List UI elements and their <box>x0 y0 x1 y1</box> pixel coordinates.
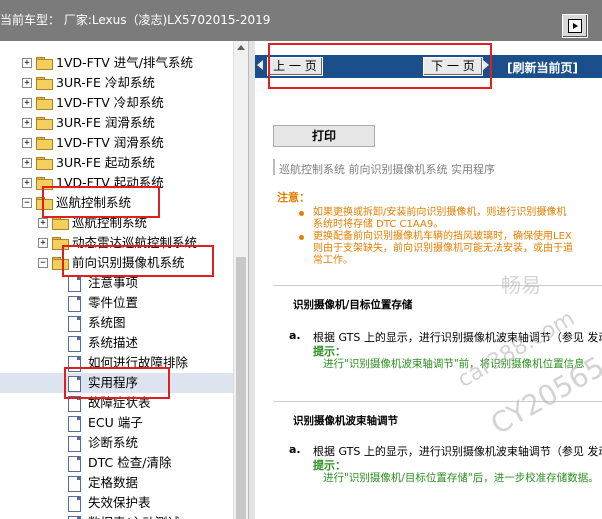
breadcrumb: 巡航控制系统 前向识别摄像机系统 实用程序 <box>279 163 495 176</box>
document-icon <box>68 476 81 492</box>
breadcrumb-divider <box>273 159 275 175</box>
tree-item[interactable]: +1VD-FTV 进气/排气系统 <box>0 53 233 73</box>
note-line: 系统时将存储 DTC C1AA9。 <box>313 219 444 230</box>
tree-item-label: 3UR-FE 润滑系统 <box>56 115 155 130</box>
tree-item-label: 1VD-FTV 润滑系统 <box>56 135 164 150</box>
tree-item-label: 3UR-FE 起动系统 <box>56 155 155 170</box>
hint-text: 进行"识别摄像机波束轴调节"前，将识别摄像机位置信息 <box>323 358 585 370</box>
tree-item-label: 数据表/主动测试 <box>88 513 180 519</box>
expand-icon[interactable]: + <box>22 178 32 188</box>
section-divider <box>273 285 602 286</box>
tree-scrollbar[interactable] <box>233 41 249 519</box>
tree-item[interactable]: 定格数据 <box>0 473 233 493</box>
tree-item-label: 失效保护表 <box>88 495 151 510</box>
document-icon <box>68 416 81 432</box>
highlight-box <box>268 43 492 89</box>
tree-item[interactable]: +3UR-FE 起动系统 <box>0 153 233 173</box>
expand-icon[interactable]: + <box>22 98 32 108</box>
tree-item-label: 系统描述 <box>88 335 139 350</box>
document-icon <box>68 316 81 332</box>
tree-item-label: 诊断系统 <box>88 435 139 450</box>
tree-item[interactable]: 系统描述 <box>0 333 233 353</box>
tree-item[interactable]: 诊断系统 <box>0 433 233 453</box>
section-title: 识别摄像机波束轴调节 <box>293 415 398 427</box>
section-title: 识别摄像机/目标位置存储 <box>293 299 413 311</box>
collapse-icon[interactable]: − <box>38 258 48 268</box>
expand-icon[interactable]: + <box>38 238 48 248</box>
highlight-box <box>64 367 170 399</box>
scrollbar-thumb[interactable] <box>236 257 246 519</box>
note-line: 常工作。 <box>313 255 353 266</box>
tree-item[interactable]: +3UR-FE 冷却系统 <box>0 73 233 93</box>
document-icon <box>68 336 81 352</box>
highlight-box <box>42 186 160 218</box>
highlight-box <box>62 245 214 277</box>
note-label: 注意： <box>277 191 310 204</box>
folder-icon <box>36 57 53 70</box>
step-marker: a. <box>289 329 301 342</box>
step-marker: a. <box>289 443 301 456</box>
tree-item[interactable]: +3UR-FE 润滑系统 <box>0 113 233 133</box>
tree-item-label: 3UR-FE 冷却系统 <box>56 75 155 90</box>
expand-icon[interactable]: + <box>22 138 32 148</box>
play-icon <box>568 19 582 33</box>
tree-item[interactable]: 失效保护表 <box>0 493 233 513</box>
tree-item-label: 1VD-FTV 冷却系统 <box>56 95 164 110</box>
note-line: 更换配备前向识别摄像机车辆的挡风玻璃时，确保使用LEX <box>313 231 572 242</box>
tree-item-label: 零件位置 <box>88 295 139 310</box>
expand-icon[interactable]: + <box>22 118 32 128</box>
step-text: 根据 GTS 上的显示，进行识别摄像机波束轴调节（参见 发动 <box>313 445 602 458</box>
tree-item-label: ECU 端子 <box>88 415 143 430</box>
tree-item-label: DTC 检查/清除 <box>88 455 172 470</box>
tree-item-label: 1VD-FTV 进气/排气系统 <box>56 55 193 70</box>
folder-icon <box>36 157 53 170</box>
panel-toggle-button[interactable] <box>562 14 588 38</box>
tree-item[interactable]: +1VD-FTV 润滑系统 <box>0 133 233 153</box>
tree-item[interactable]: 系统图 <box>0 313 233 333</box>
scroll-up-icon[interactable] <box>237 45 245 50</box>
tree-item[interactable]: 数据表/主动测试 <box>0 513 233 519</box>
folder-icon <box>36 137 53 150</box>
print-button[interactable]: 打印 <box>273 125 375 147</box>
tree-item-label: 系统图 <box>88 315 126 330</box>
folder-icon <box>36 97 53 110</box>
prev-arrow-icon[interactable] <box>257 60 263 70</box>
window-title: 当前车型： 厂家:Lexus（凌志)LX5702015-2019 <box>0 13 271 27</box>
note-bullet <box>299 235 304 240</box>
tree-item[interactable]: ECU 端子 <box>0 413 233 433</box>
expand-icon[interactable]: + <box>22 58 32 68</box>
document-icon <box>68 276 81 292</box>
navigation-tree: +1VD-FTV 进气/排气系统 +3UR-FE 冷却系统 +1VD-FTV 冷却系… <box>0 41 248 519</box>
document-icon <box>68 436 81 452</box>
collapse-icon[interactable]: − <box>22 198 32 208</box>
folder-icon <box>52 217 69 230</box>
expand-icon[interactable]: + <box>38 218 48 228</box>
note-line: 如果更换或拆卸/安装前向识别摄像机，则进行识别摄像机 <box>313 207 567 218</box>
watermark-text: 畅易 <box>501 273 541 297</box>
document-icon <box>68 296 81 312</box>
document-icon <box>68 496 81 512</box>
tree-item[interactable]: 零件位置 <box>0 293 233 313</box>
note-bullet <box>299 211 304 216</box>
tree-item[interactable]: +1VD-FTV 冷却系统 <box>0 93 233 113</box>
expand-icon[interactable]: + <box>22 78 32 88</box>
expand-icon[interactable]: + <box>22 158 32 168</box>
folder-icon <box>36 77 53 90</box>
document-icon <box>68 456 81 472</box>
content-pane: 上 一 页 下 一 页 [刷新当前页] 打印 巡航控制系统 前向识别摄像机系统 … <box>255 41 602 519</box>
tree-item[interactable]: DTC 检查/清除 <box>0 453 233 473</box>
note-line: 则由于支架缺失，前向识别摄像机可能无法安装，或由于道 <box>313 243 573 254</box>
folder-icon <box>36 117 53 130</box>
title-bar: 当前车型： 厂家:Lexus（凌志)LX5702015-2019 <box>0 0 602 41</box>
refresh-page-link[interactable]: [刷新当前页] <box>507 59 578 76</box>
hint-text: 进行"识别摄像机/目标位置存储"后，进一步校准存储数据。 <box>323 472 599 484</box>
tree-item-label: 定格数据 <box>88 475 139 490</box>
